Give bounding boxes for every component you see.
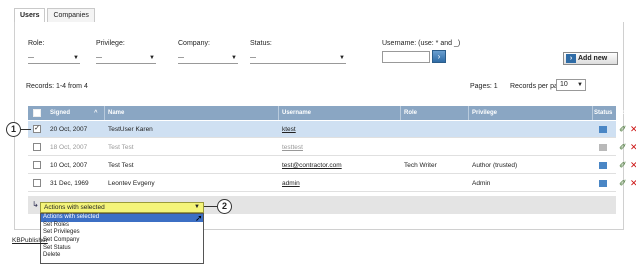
col-divider (468, 106, 469, 120)
role-filter-select[interactable]: — ▼ (28, 54, 80, 64)
privilege-filter-select[interactable]: — ▼ (96, 54, 156, 64)
row-checkbox[interactable] (33, 179, 41, 187)
tab-bar: Users Companies (14, 8, 97, 23)
callout-line (21, 129, 31, 130)
privilege-filter-label: Privilege: (96, 40, 125, 47)
row-username-link[interactable]: ktest (282, 121, 296, 138)
edit-icon[interactable]: ✐ (619, 157, 627, 174)
col-divider (104, 106, 105, 120)
status-filter-value: — (250, 55, 256, 61)
callout-2: 2 (217, 199, 232, 214)
records-count: Records: 1-4 from 4 (26, 83, 88, 90)
select-all-checkbox[interactable] (33, 109, 41, 117)
filter-go-button[interactable]: › (432, 50, 446, 63)
arrow-right-icon: › (566, 54, 576, 63)
col-role[interactable]: Role (404, 106, 417, 120)
arrow-right-icon: › (437, 52, 441, 61)
edit-icon[interactable]: ✐ (619, 139, 627, 156)
table-row[interactable]: 31 Dec, 1969 Leontev Evgeny admin Admin … (28, 175, 636, 192)
row-name: Test Test (108, 162, 134, 169)
username-filter-input[interactable] (382, 51, 430, 63)
chevron-down-icon: ▼ (73, 55, 79, 61)
row-date: 10 Oct, 2007 (50, 162, 88, 169)
col-action: Action (617, 110, 636, 116)
company-filter-select[interactable]: — ▼ (178, 54, 238, 64)
status-filter-select[interactable]: — ▼ (250, 54, 346, 64)
chevron-down-icon: ▼ (149, 55, 155, 61)
add-new-label: Add new (578, 55, 608, 62)
col-username[interactable]: Username (282, 106, 311, 120)
row-checkbox[interactable] (33, 143, 41, 151)
row-username-link[interactable]: test@contractor.com (282, 157, 342, 174)
col-divider (278, 106, 279, 120)
col-signed[interactable]: Signed (50, 106, 70, 120)
table-row[interactable]: 18 Oct, 2007 Test Test testtest ✐ ✕ (28, 139, 636, 156)
dropdown-option[interactable]: Set Status (41, 245, 203, 253)
table-header: Signed ^ Name Username Role Privilege St… (28, 106, 636, 120)
col-status: Status (594, 110, 613, 116)
sort-arrow-icon: ^ (94, 110, 98, 116)
delete-icon[interactable]: ✕ (630, 175, 636, 192)
chevron-down-icon: ▼ (339, 55, 345, 61)
status-active-icon[interactable] (599, 126, 607, 133)
col-privilege[interactable]: Privilege (472, 106, 497, 120)
col-name[interactable]: Name (108, 106, 124, 120)
table-row[interactable]: 10 Oct, 2007 Test Test test@contractor.c… (28, 157, 636, 174)
row-date: 20 Oct, 2007 (50, 126, 88, 133)
row-role: Tech Writer (404, 162, 437, 169)
row-name: Leontev Evgeny (108, 180, 155, 187)
row-name: Test Test (108, 144, 134, 151)
arrow-corner-icon: ↳ (32, 200, 39, 209)
edit-icon[interactable]: ✐ (619, 175, 627, 192)
col-divider (400, 106, 401, 120)
row-privilege: Admin (472, 180, 491, 187)
col-divider (592, 106, 593, 120)
status-active-icon[interactable] (599, 162, 607, 169)
row-checkbox[interactable]: ✓ (33, 125, 41, 133)
row-date: 18 Oct, 2007 (50, 144, 88, 151)
tab-users[interactable]: Users (14, 8, 46, 23)
tab-companies[interactable]: Companies (47, 8, 95, 22)
role-filter-label: Role: (28, 40, 45, 47)
bulk-actions-select[interactable]: Actions with selected ▼ (40, 202, 204, 213)
status-active-icon[interactable] (599, 180, 607, 187)
dropdown-option[interactable]: Set Company (41, 237, 203, 245)
callout-1: 1 (6, 122, 21, 137)
table-row[interactable]: ✓ 20 Oct, 2007 TestUser Karen ktest ✐ ✕ (28, 121, 636, 138)
delete-icon[interactable]: ✕ (630, 121, 636, 138)
company-filter-value: — (178, 55, 184, 61)
dropdown-option[interactable]: Set Roles (41, 222, 203, 230)
delete-icon[interactable]: ✕ (630, 139, 636, 156)
row-username-link[interactable]: testtest (282, 139, 303, 156)
dropdown-option[interactable]: Delete (41, 252, 203, 260)
row-name: TestUser Karen (108, 126, 153, 133)
bulk-actions-dropdown: Actions with selected Set Roles Set Priv… (40, 213, 204, 264)
chevron-down-icon: ▼ (577, 82, 583, 88)
privilege-filter-value: — (96, 55, 102, 61)
status-inactive-icon[interactable] (599, 144, 607, 151)
pages-count: Pages: 1 (470, 83, 498, 90)
row-privilege: Author (trusted) (472, 162, 518, 169)
status-filter-label: Status: (250, 40, 272, 47)
footer-link[interactable]: KBPublisher (12, 237, 48, 244)
chevron-down-icon: ▼ (194, 204, 200, 210)
row-checkbox[interactable] (33, 161, 41, 169)
records-per-page-select[interactable]: 10 ▼ (556, 79, 586, 91)
username-filter-label: Username: (use: * and _) (382, 40, 461, 47)
callout-line (204, 206, 217, 207)
dropdown-option[interactable]: Set Privileges (41, 229, 203, 237)
row-username-link[interactable]: admin (282, 175, 300, 192)
delete-icon[interactable]: ✕ (630, 157, 636, 174)
chevron-down-icon: ▼ (231, 55, 237, 61)
edit-icon[interactable]: ✐ (619, 121, 627, 138)
dropdown-option[interactable]: Actions with selected (41, 214, 203, 222)
bulk-actions-value: Actions with selected (44, 204, 105, 211)
company-filter-label: Company: (178, 40, 210, 47)
role-filter-value: — (28, 55, 34, 61)
mouse-cursor-icon: ➚ (195, 213, 203, 223)
add-new-button[interactable]: › Add new (563, 52, 618, 65)
records-per-page-value: 10 (560, 81, 568, 88)
row-date: 31 Dec, 1969 (50, 180, 89, 187)
